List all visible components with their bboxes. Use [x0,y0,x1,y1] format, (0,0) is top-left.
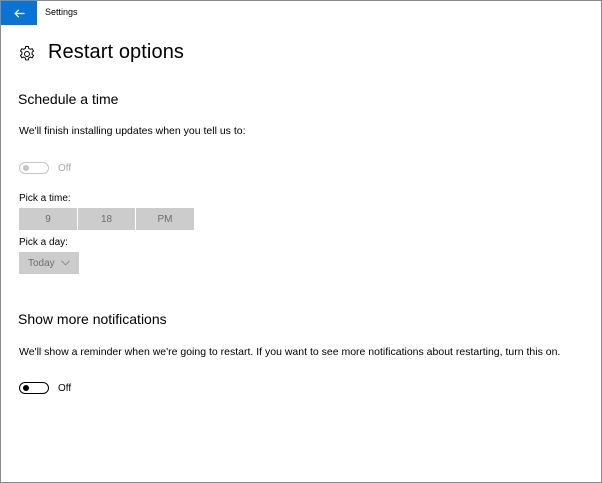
title-bar: Settings [1,1,601,25]
schedule-toggle-label: Off [58,162,72,174]
notifications-toggle[interactable] [19,382,49,394]
schedule-heading: Schedule a time [18,91,119,107]
hour-field[interactable]: 9 [19,208,77,230]
page-header: Restart options [18,41,184,64]
notifications-description: We'll show a reminder when we're going t… [19,346,561,358]
ampm-field[interactable]: PM [135,208,194,230]
pick-time-label: Pick a time: [19,193,71,204]
gear-icon [19,45,35,60]
back-button[interactable] [1,1,37,25]
notifications-heading: Show more notifications [18,311,167,327]
notifications-toggle-row: Off [19,382,71,394]
schedule-toggle[interactable] [19,162,49,174]
day-value: Today [28,257,55,269]
pick-day-label: Pick a day: [19,237,68,248]
settings-window: Settings Restart options Schedule a time… [0,0,602,483]
toggle-knob [23,385,29,391]
schedule-toggle-row: Off [19,162,71,174]
page-title: Restart options [48,41,185,63]
time-picker[interactable]: 9 18 PM [19,208,194,230]
minute-field[interactable]: 18 [77,208,135,230]
chevron-down-icon [60,260,70,266]
back-arrow-icon [13,8,24,18]
app-title: Settings [45,7,78,17]
schedule-description: We'll finish installing updates when you… [19,125,246,137]
notifications-toggle-label: Off [58,382,72,394]
day-dropdown[interactable]: Today [19,252,79,274]
toggle-knob [23,165,29,171]
